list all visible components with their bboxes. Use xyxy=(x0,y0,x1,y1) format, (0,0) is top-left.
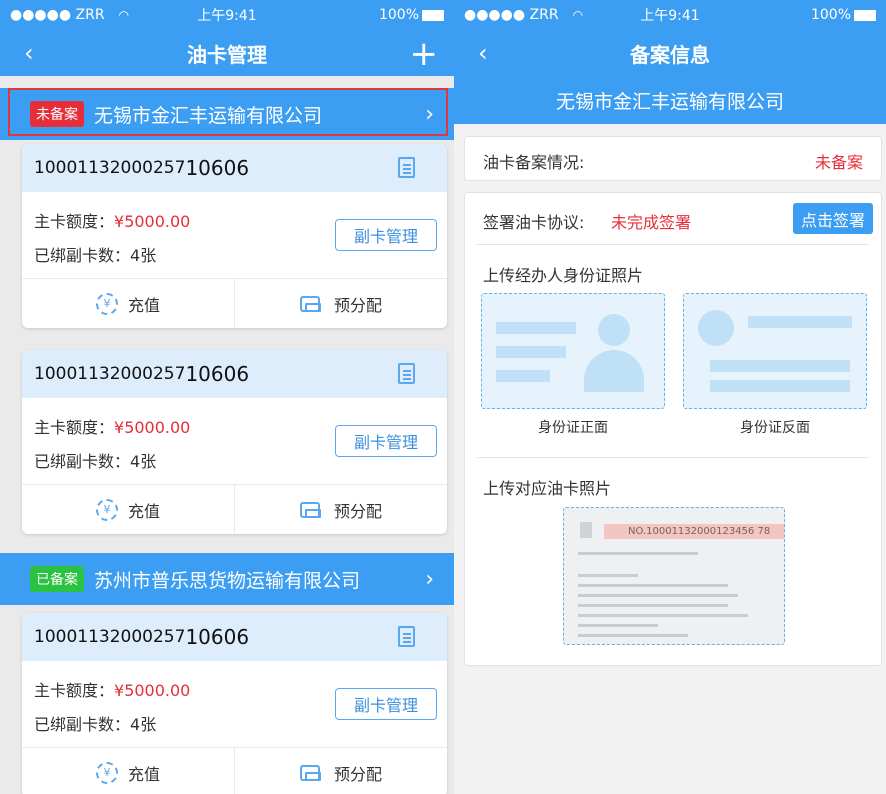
oil-card: 10001132000257 10606 主卡额度：¥5000.00 已绑副卡数：… xyxy=(22,144,447,328)
oil-card-number: NO.10001132000123456 78 xyxy=(628,526,771,537)
sub-card-manage-button[interactable]: 副卡管理 xyxy=(335,688,437,720)
bound-sub-cards: 已绑副卡数：4张 xyxy=(34,715,157,734)
company-header-unfiled[interactable]: 未备案 无锡市金汇丰运输有限公司 › xyxy=(0,88,454,140)
card-text-line xyxy=(578,552,698,555)
page-title: 备案信息 xyxy=(630,42,710,67)
id-back-upload[interactable] xyxy=(683,293,867,409)
status-time: 上午9:41 xyxy=(640,8,700,24)
document-icon[interactable] xyxy=(398,626,415,647)
sub-card-manage-button[interactable]: 副卡管理 xyxy=(335,425,437,457)
bound-sub-cards: 已绑副卡数：4张 xyxy=(34,246,157,265)
oil-section-title: 上传对应油卡照片 xyxy=(483,479,612,498)
chevron-right-icon: › xyxy=(425,101,434,127)
nav-bar: ‹ 油卡管理 + xyxy=(0,30,454,76)
documents-panel: 签署油卡协议: 未完成签署 点击签署 上传经办人身份证照片 身份证正面 身份证反… xyxy=(464,192,882,666)
oil-card: 10001132000257 10606 主卡额度：¥5000.00 已绑副卡数：… xyxy=(22,613,447,794)
status-bar: ●●●●● ZRR ◠ 上午9:41 100% xyxy=(0,0,454,30)
card-text-line xyxy=(578,624,658,627)
back-icon[interactable]: ‹ xyxy=(24,39,34,67)
placeholder-line xyxy=(496,322,576,334)
sign-button[interactable]: 点击签署 xyxy=(793,203,873,234)
card-text-line xyxy=(578,584,728,587)
agreement-value: 未完成签署 xyxy=(611,213,692,232)
oil-card: 10001132000257 10606 主卡额度：¥5000.00 已绑副卡数：… xyxy=(22,350,447,534)
bound-sub-cards: 已绑副卡数：4张 xyxy=(34,452,157,471)
card-text-line xyxy=(578,574,638,577)
nav-bar: ‹ 备案信息 xyxy=(454,30,886,76)
main-card-limit: 主卡额度：¥5000.00 xyxy=(34,681,191,700)
allocate-button[interactable]: 预分配 xyxy=(235,279,447,328)
placeholder-line xyxy=(710,380,850,392)
placeholder-line xyxy=(496,346,566,358)
recharge-icon: ¥ xyxy=(95,292,118,315)
placeholder-line xyxy=(710,360,850,372)
recharge-button[interactable]: ¥ 充值 xyxy=(22,485,235,534)
emblem-icon xyxy=(698,310,734,346)
company-name: 苏州市普乐思货物运输有限公司 xyxy=(94,569,361,592)
card-number: 10001132000257 10606 xyxy=(22,144,447,192)
filing-info-screen: ●●●●● ZRR ◠ 上午9:41 100% ‹ 备案信息 无锡市金汇丰运输有… xyxy=(454,0,886,794)
divider xyxy=(477,244,869,245)
allocate-button[interactable]: 预分配 xyxy=(235,748,447,794)
sub-card-manage-button[interactable]: 副卡管理 xyxy=(335,219,437,251)
oil-card-management-screen: ●●●●● ZRR ◠ 上午9:41 100% ‹ 油卡管理 + 未备案 无锡市… xyxy=(0,0,454,794)
company-header-filed[interactable]: 已备案 苏州市普乐思货物运输有限公司 › xyxy=(0,553,454,605)
oil-card-upload[interactable]: NO.10001132000123456 78 xyxy=(563,507,785,645)
card-icon xyxy=(299,295,321,312)
card-icon xyxy=(299,501,321,518)
chevron-right-icon: › xyxy=(425,566,434,592)
back-icon[interactable]: ‹ xyxy=(478,39,488,67)
placeholder-line xyxy=(748,316,852,328)
status-badge: 未备案 xyxy=(30,101,84,127)
filing-label: 油卡备案情况: xyxy=(483,153,585,172)
recharge-icon: ¥ xyxy=(95,498,118,521)
agreement-label: 签署油卡协议: xyxy=(483,213,585,232)
card-number: 10001132000257 10606 xyxy=(22,613,447,661)
placeholder-line xyxy=(496,370,550,382)
divider xyxy=(477,457,869,458)
card-text-line xyxy=(578,634,688,637)
card-logo xyxy=(580,522,592,538)
company-name: 无锡市金汇丰运输有限公司 xyxy=(454,76,886,124)
main-card-limit: 主卡额度：¥5000.00 xyxy=(34,418,191,437)
id-back-caption: 身份证反面 xyxy=(740,420,810,436)
page-title: 油卡管理 xyxy=(187,42,267,67)
document-icon[interactable] xyxy=(398,363,415,384)
id-front-caption: 身份证正面 xyxy=(538,420,608,436)
id-section-title: 上传经办人身份证照片 xyxy=(483,266,644,285)
status-time: 上午9:41 xyxy=(197,8,257,24)
status-bar: ●●●●● ZRR ◠ 上午9:41 100% xyxy=(454,0,886,30)
card-icon xyxy=(299,764,321,781)
allocate-button[interactable]: 预分配 xyxy=(235,485,447,534)
filing-value: 未备案 xyxy=(814,153,863,172)
status-badge: 已备案 xyxy=(30,566,84,592)
card-text-line xyxy=(578,594,738,597)
recharge-icon: ¥ xyxy=(95,761,118,784)
recharge-button[interactable]: ¥ 充值 xyxy=(22,279,235,328)
document-icon[interactable] xyxy=(398,157,415,178)
person-icon xyxy=(598,314,630,346)
person-body xyxy=(584,350,644,392)
add-icon[interactable]: + xyxy=(410,34,439,74)
company-name: 无锡市金汇丰运输有限公司 xyxy=(94,104,323,127)
id-front-upload[interactable] xyxy=(481,293,665,409)
card-text-line xyxy=(578,604,728,607)
recharge-button[interactable]: ¥ 充值 xyxy=(22,748,235,794)
card-number: 10001132000257 10606 xyxy=(22,350,447,398)
filing-status-panel: 油卡备案情况: 未备案 xyxy=(464,136,882,181)
card-text-line xyxy=(578,614,748,617)
main-card-limit: 主卡额度：¥5000.00 xyxy=(34,212,191,231)
